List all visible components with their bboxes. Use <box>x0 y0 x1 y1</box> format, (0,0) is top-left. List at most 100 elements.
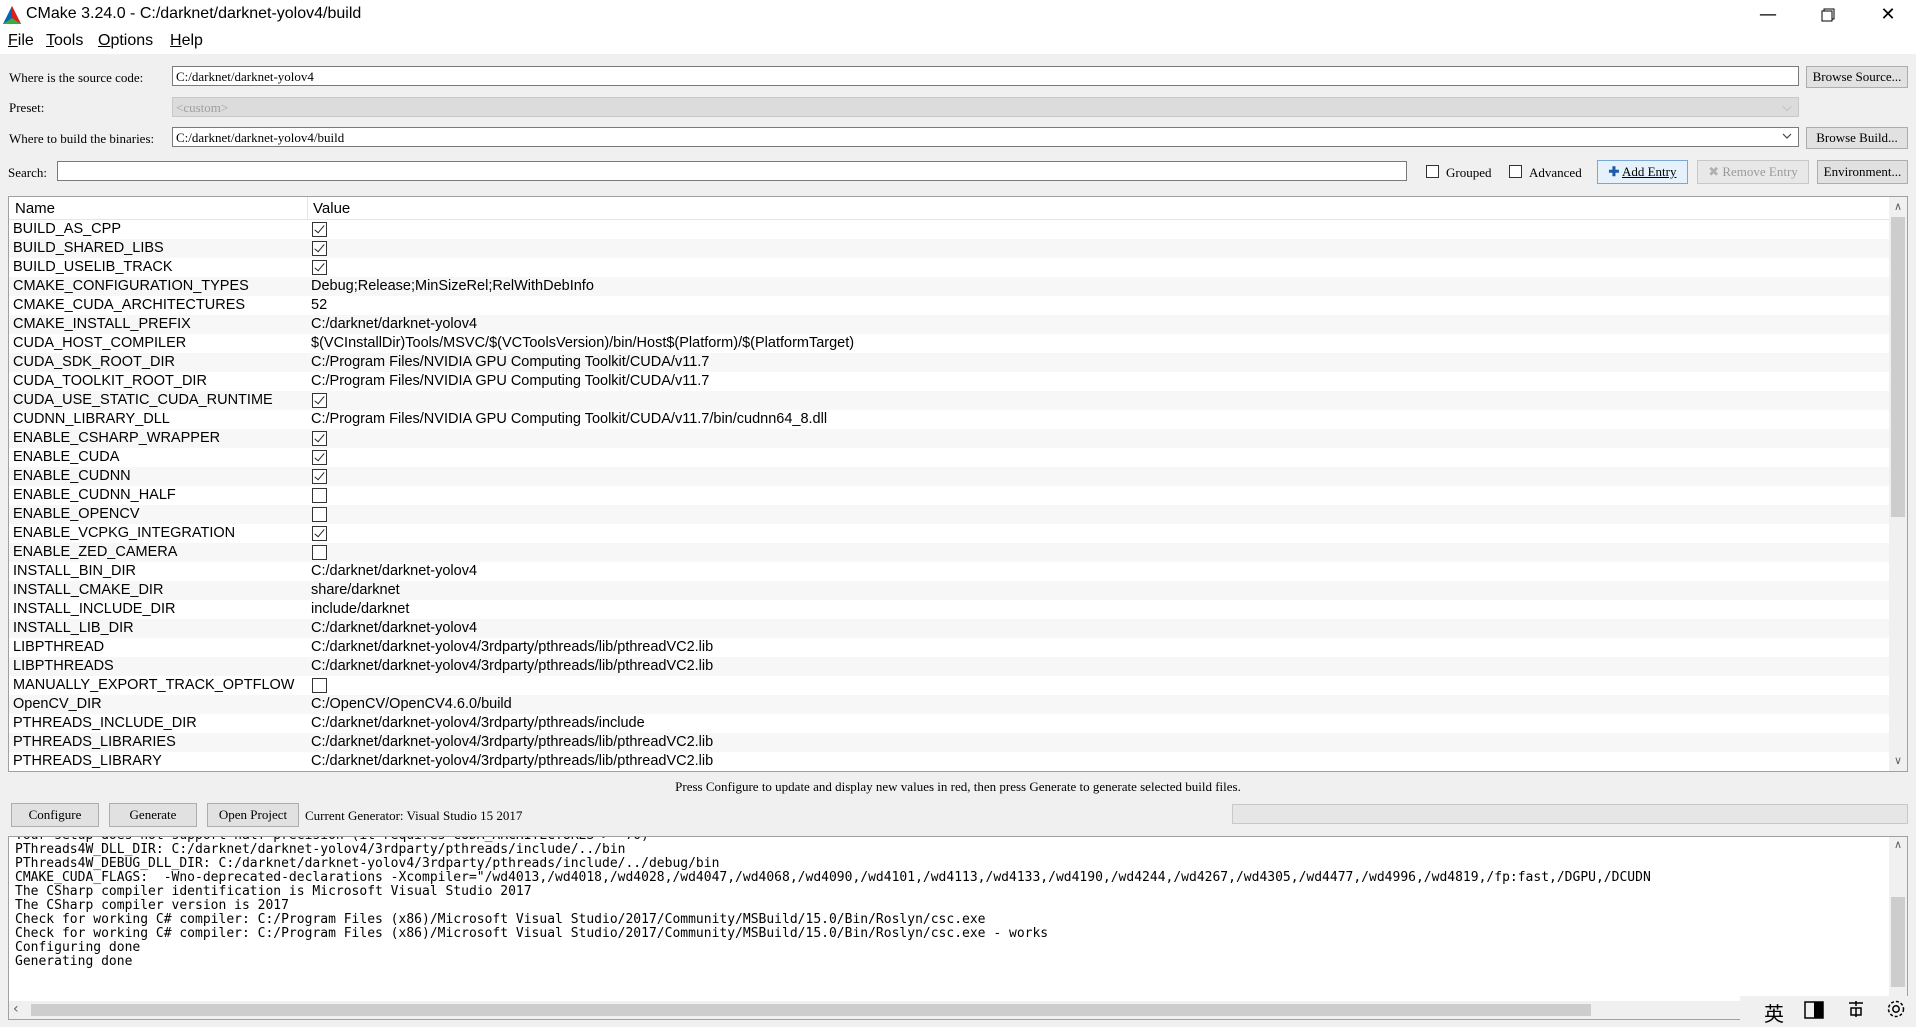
table-row[interactable]: PTHREADS_LIBRARIES C:/darknet/darknet-yol… <box>9 733 1889 752</box>
search-input[interactable] <box>57 161 1407 181</box>
cache-entry-checkbox[interactable] <box>312 488 327 503</box>
cache-entry-value[interactable]: C:/OpenCV/OpenCV4.6.0/build <box>311 696 512 712</box>
environment-button[interactable]: Environment... <box>1817 160 1908 184</box>
cache-entry-value[interactable]: C:/darknet/darknet-yolov4/3rdparty/pthre… <box>311 658 713 674</box>
ime-tool-icon[interactable] <box>1846 999 1866 1024</box>
cache-entry-checkbox[interactable] <box>312 545 327 560</box>
cache-entry-value[interactable]: C:/darknet/darknet-yolov4/3rdparty/pthre… <box>311 753 713 769</box>
remove-entry-label: Remove Entry <box>1722 164 1798 179</box>
cache-entry-checkbox[interactable] <box>312 431 327 446</box>
output-horizontal-scrollbar[interactable]: ‹ <box>9 1001 1889 1019</box>
cache-entry-checkbox[interactable] <box>312 507 327 522</box>
settings-icon[interactable] <box>1886 999 1906 1024</box>
close-icon[interactable]: ✕ <box>1858 0 1916 30</box>
maximize-icon[interactable] <box>1798 0 1858 30</box>
grouped-checkbox[interactable] <box>1426 165 1439 178</box>
cache-entry-checkbox[interactable] <box>312 260 327 275</box>
cache-entry-checkbox[interactable] <box>312 526 327 541</box>
table-row[interactable]: OpenCV_DIR C:/OpenCV/OpenCV4.6.0/build <box>9 695 1889 714</box>
table-row[interactable]: PTHREADS_INCLUDE_DIR C:/darknet/darknet-y… <box>9 714 1889 733</box>
cache-entry-value[interactable]: C:/darknet/darknet-yolov4/3rdparty/pthre… <box>311 734 713 750</box>
ime-language-indicator[interactable]: 英 <box>1764 998 1784 1027</box>
cache-entry-value[interactable]: share/darknet <box>311 582 400 598</box>
minimize-icon[interactable]: — <box>1738 0 1798 30</box>
add-entry-button[interactable]: ✚ Add Entry <box>1597 160 1688 184</box>
cache-entry-checkbox[interactable] <box>312 393 327 408</box>
menu-file[interactable]: File <box>8 32 34 50</box>
open-project-button[interactable]: Open Project <box>207 803 299 827</box>
table-row[interactable]: CMAKE_CUDA_ARCHITECTURES 52 <box>9 296 1889 315</box>
table-row[interactable]: INSTALL_INCLUDE_DIR include/darknet <box>9 600 1889 619</box>
scrollbar-thumb[interactable] <box>1891 897 1905 987</box>
cache-entry-value[interactable]: C:/darknet/darknet-yolov4/3rdparty/pthre… <box>311 639 713 655</box>
advanced-label: Advanced <box>1529 165 1582 180</box>
build-path-input[interactable]: C:/darknet/darknet-yolov4/build <box>172 127 1799 147</box>
table-row[interactable]: INSTALL_BIN_DIR C:/darknet/darknet-yolov4 <box>9 562 1889 581</box>
menu-options[interactable]: Options <box>98 32 153 50</box>
table-row[interactable]: CUDA_SDK_ROOT_DIR C:/Program Files/NVIDIA… <box>9 353 1889 372</box>
source-path-input[interactable]: C:/darknet/darknet-yolov4 <box>172 66 1799 86</box>
cache-entry-value[interactable]: C:/Program Files/NVIDIA GPU Computing To… <box>311 354 709 370</box>
table-row[interactable]: CUDA_HOST_COMPILER $(VCInstallDir)Tools/M… <box>9 334 1889 353</box>
cache-entry-value[interactable]: C:/Program Files/NVIDIA GPU Computing To… <box>311 373 709 389</box>
table-row[interactable]: LIBPTHREADS C:/darknet/darknet-yolov4/3rd… <box>9 657 1889 676</box>
cache-entry-value[interactable]: C:/Program Files/NVIDIA GPU Computing To… <box>311 411 827 427</box>
table-row[interactable]: MANUALLY_EXPORT_TRACK_OPTFLOW <box>9 676 1889 695</box>
table-row[interactable]: ENABLE_CSHARP_WRAPPER <box>9 429 1889 448</box>
table-row[interactable]: ENABLE_CUDNN <box>9 467 1889 486</box>
cache-entry-checkbox[interactable] <box>312 222 327 237</box>
scroll-up-icon[interactable]: ∧ <box>1889 199 1907 215</box>
table-row[interactable]: BUILD_USELIB_TRACK <box>9 258 1889 277</box>
cache-entry-value[interactable]: 52 <box>311 297 327 313</box>
table-row[interactable]: LIBPTHREAD C:/darknet/darknet-yolov4/3rdp… <box>9 638 1889 657</box>
cache-entry-value[interactable]: C:/darknet/darknet-yolov4/3rdparty/pthre… <box>311 715 645 731</box>
table-row[interactable]: ENABLE_OPENCV <box>9 505 1889 524</box>
generate-button[interactable]: Generate <box>109 803 197 827</box>
cache-table[interactable]: Name Value BUILD_AS_CPP BUILD_SHARED_LIBS… <box>8 196 1908 772</box>
cache-entry-checkbox[interactable] <box>312 450 327 465</box>
table-row[interactable]: CMAKE_INSTALL_PREFIX C:/darknet/darknet-y… <box>9 315 1889 334</box>
browse-source-button[interactable]: Browse Source... <box>1806 66 1908 88</box>
table-vertical-scrollbar[interactable]: ∧ ∨ <box>1889 197 1907 771</box>
table-row[interactable]: ENABLE_CUDNN_HALF <box>9 486 1889 505</box>
column-name-header[interactable]: Name <box>15 200 55 217</box>
grouped-label: Grouped <box>1446 165 1492 180</box>
table-row[interactable]: CMAKE_CONFIGURATION_TYPES Debug;Release;M… <box>9 277 1889 296</box>
table-row[interactable]: INSTALL_CMAKE_DIR share/darknet <box>9 581 1889 600</box>
table-row[interactable]: ENABLE_VCPKG_INTEGRATION <box>9 524 1889 543</box>
advanced-checkbox[interactable] <box>1509 165 1522 178</box>
table-row[interactable]: ENABLE_ZED_CAMERA <box>9 543 1889 562</box>
table-row[interactable]: CUDNN_LIBRARY_DLL C:/Program Files/NVIDIA… <box>9 410 1889 429</box>
cache-entry-checkbox[interactable] <box>312 678 327 693</box>
column-value-header[interactable]: Value <box>313 200 350 217</box>
table-row[interactable]: PTHREADS_LIBRARY C:/darknet/darknet-yolov… <box>9 752 1889 771</box>
table-row[interactable]: CUDA_TOOLKIT_ROOT_DIR C:/Program Files/NV… <box>9 372 1889 391</box>
cache-entry-checkbox[interactable] <box>312 241 327 256</box>
cache-entry-checkbox[interactable] <box>312 469 327 484</box>
output-vertical-scrollbar[interactable]: ∧ <box>1889 837 1907 1003</box>
menu-help[interactable]: Help <box>170 32 203 50</box>
output-log[interactable]: Your setup does not support half precisi… <box>8 836 1908 1020</box>
cache-entry-value[interactable]: C:/darknet/darknet-yolov4 <box>311 620 477 636</box>
scroll-left-icon[interactable]: ‹ <box>13 1001 19 1017</box>
cache-entry-value[interactable]: include/darknet <box>311 601 409 617</box>
scrollbar-thumb[interactable] <box>1891 217 1905 517</box>
cache-entry-value[interactable]: Debug;Release;MinSizeRel;RelWithDebInfo <box>311 278 594 294</box>
cache-entry-value[interactable]: $(VCInstallDir)Tools/MSVC/$(VCToolsVersi… <box>311 335 854 351</box>
configure-button[interactable]: Configure <box>11 803 99 827</box>
table-row[interactable]: CUDA_USE_STATIC_CUDA_RUNTIME <box>9 391 1889 410</box>
table-row[interactable]: BUILD_AS_CPP <box>9 220 1889 239</box>
scroll-up-icon[interactable]: ∧ <box>1889 837 1907 853</box>
browse-build-button[interactable]: Browse Build... <box>1806 127 1908 149</box>
add-icon: ✚ <box>1608 164 1620 179</box>
scroll-down-icon[interactable]: ∨ <box>1889 753 1907 769</box>
scrollbar-thumb[interactable] <box>31 1004 1591 1016</box>
table-row[interactable]: ENABLE_CUDA <box>9 448 1889 467</box>
cache-entry-value[interactable]: C:/darknet/darknet-yolov4 <box>311 316 477 332</box>
table-row[interactable]: INSTALL_LIB_DIR C:/darknet/darknet-yolov4 <box>9 619 1889 638</box>
chevron-down-icon[interactable] <box>1782 133 1792 140</box>
table-row[interactable]: BUILD_SHARED_LIBS <box>9 239 1889 258</box>
cache-entry-value[interactable]: C:/darknet/darknet-yolov4 <box>311 563 477 579</box>
menu-tools[interactable]: Tools <box>46 32 83 50</box>
layout-icon[interactable] <box>1804 1000 1824 1024</box>
